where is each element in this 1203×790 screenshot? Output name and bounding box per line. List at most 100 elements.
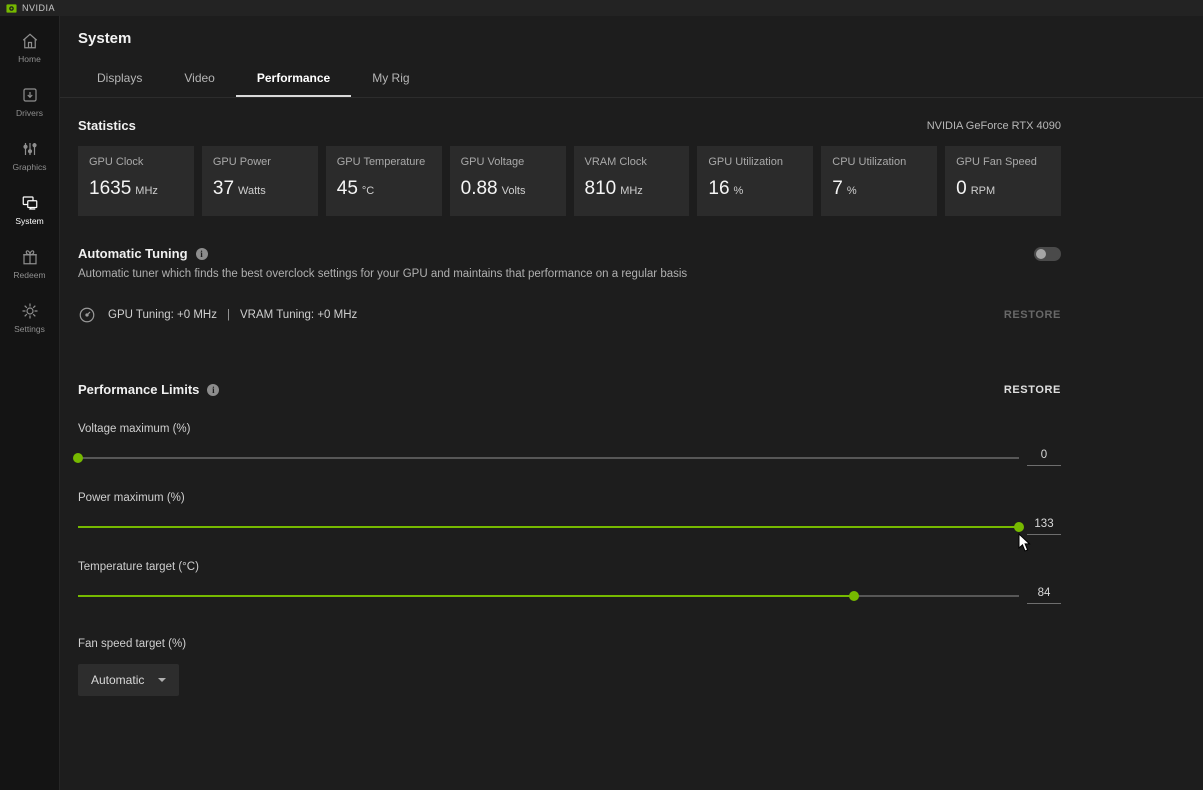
tab-displays[interactable]: Displays — [76, 63, 163, 97]
voltage-maximum-group: Voltage maximum (%) 0 — [78, 423, 1061, 466]
graphics-icon — [21, 140, 39, 158]
sidebar-item-drivers[interactable]: Drivers — [0, 82, 59, 122]
tab-bar: Displays Video Performance My Rig — [60, 63, 1203, 98]
info-icon[interactable]: i — [196, 248, 208, 260]
gauge-icon — [78, 306, 96, 324]
slider-track — [78, 457, 1019, 459]
toggle-knob — [1036, 249, 1046, 259]
tab-performance[interactable]: Performance — [236, 63, 351, 97]
stat-value: 0 — [956, 178, 967, 200]
system-icon — [21, 194, 39, 212]
stat-value: 7 — [832, 178, 843, 200]
stat-value: 16 — [708, 178, 729, 200]
sidebar-item-label: Settings — [14, 324, 45, 334]
sidebar: Home Drivers Graphics System Redeem Sett… — [0, 16, 60, 790]
tab-my-rig[interactable]: My Rig — [351, 63, 430, 97]
slider-label: Temperature target (°C) — [78, 561, 1061, 573]
stat-unit: °C — [362, 185, 374, 197]
window-titlebar: NVIDIA — [0, 0, 1203, 16]
sidebar-item-settings[interactable]: Settings — [0, 298, 59, 338]
temperature-target-slider[interactable] — [78, 590, 1019, 602]
stat-unit: RPM — [971, 185, 995, 197]
tuning-restore-button[interactable]: RESTORE — [1004, 309, 1061, 321]
temperature-target-group: Temperature target (°C) 84 — [78, 561, 1061, 604]
stat-unit: % — [847, 185, 857, 197]
stat-card-gpu-utilization: GPU Utilization 16% — [697, 146, 813, 216]
stat-label: GPU Voltage — [461, 156, 555, 168]
stat-value: 0.88 — [461, 178, 498, 200]
stat-value: 45 — [337, 178, 358, 200]
stat-value: 37 — [213, 178, 234, 200]
power-maximum-slider[interactable] — [78, 521, 1019, 533]
sidebar-item-redeem[interactable]: Redeem — [0, 244, 59, 284]
voltage-maximum-value[interactable]: 0 — [1027, 449, 1061, 466]
statistics-header: Statistics NVIDIA GeForce RTX 4090 — [78, 118, 1061, 133]
power-maximum-value[interactable]: 133 — [1027, 518, 1061, 535]
slider-thumb[interactable] — [849, 591, 859, 601]
sidebar-item-system[interactable]: System — [0, 190, 59, 230]
automatic-tuning-description: Automatic tuner which finds the best ove… — [78, 268, 1061, 280]
slider-label: Power maximum (%) — [78, 492, 1061, 504]
stat-card-gpu-fan-speed: GPU Fan Speed 0 RPM — [945, 146, 1061, 216]
stat-unit: % — [734, 185, 744, 197]
stat-card-gpu-power: GPU Power 37 Watts — [202, 146, 318, 216]
main-panel: System Displays Video Performance My Rig… — [60, 16, 1203, 790]
fan-speed-label: Fan speed target (%) — [78, 638, 1061, 650]
slider-fill — [78, 595, 854, 597]
stat-card-gpu-temperature: GPU Temperature 45 °C — [326, 146, 442, 216]
sidebar-item-home[interactable]: Home — [0, 28, 59, 68]
stat-card-gpu-voltage: GPU Voltage 0.88 Volts — [450, 146, 566, 216]
stat-label: GPU Fan Speed — [956, 156, 1050, 168]
vram-tuning-status: VRAM Tuning: +0 MHz — [240, 309, 357, 321]
info-icon[interactable]: i — [207, 384, 219, 396]
status-separator: | — [227, 309, 230, 321]
stat-card-vram-clock: VRAM Clock 810MHz — [574, 146, 690, 216]
automatic-tuning-section: Automatic Tuning i Automatic tuner which… — [78, 246, 1061, 324]
home-icon — [21, 32, 39, 50]
page-title: System — [60, 30, 1203, 47]
sidebar-item-label: Home — [18, 54, 41, 64]
fan-speed-selected-value: Automatic — [91, 673, 144, 687]
fan-speed-dropdown[interactable]: Automatic — [78, 664, 179, 696]
stat-label: VRAM Clock — [585, 156, 679, 168]
stat-label: GPU Power — [213, 156, 307, 168]
slider-fill — [78, 526, 1019, 528]
stat-value: 810 — [585, 178, 617, 200]
slider-thumb[interactable] — [73, 453, 83, 463]
tab-video[interactable]: Video — [163, 63, 235, 97]
statistics-title: Statistics — [78, 118, 136, 133]
stat-label: GPU Utilization — [708, 156, 802, 168]
automatic-tuning-toggle[interactable] — [1034, 247, 1061, 261]
tuning-status-row: GPU Tuning: +0 MHz | VRAM Tuning: +0 MHz… — [78, 306, 1061, 324]
limits-restore-button[interactable]: RESTORE — [1004, 384, 1061, 396]
chevron-down-icon — [158, 678, 166, 682]
sidebar-item-label: System — [15, 216, 43, 226]
stat-unit: Volts — [502, 185, 526, 197]
stat-label: GPU Temperature — [337, 156, 431, 168]
sidebar-item-label: Redeem — [13, 270, 45, 280]
fan-speed-group: Fan speed target (%) Automatic — [78, 638, 1061, 696]
gear-icon — [21, 302, 39, 320]
slider-thumb[interactable] — [1014, 522, 1024, 532]
stat-label: GPU Clock — [89, 156, 183, 168]
automatic-tuning-title: Automatic Tuning — [78, 246, 188, 261]
stat-value: 1635 — [89, 178, 131, 200]
stat-cards: GPU Clock 1635 MHz GPU Power 37 Watts GPU … — [78, 146, 1061, 216]
performance-limits-title: Performance Limits — [78, 382, 199, 397]
gpu-tuning-status: GPU Tuning: +0 MHz — [108, 309, 217, 321]
stat-unit: Watts — [238, 185, 266, 197]
drivers-icon — [21, 86, 39, 104]
sidebar-item-graphics[interactable]: Graphics — [0, 136, 59, 176]
temperature-target-value[interactable]: 84 — [1027, 587, 1061, 604]
slider-label: Voltage maximum (%) — [78, 423, 1061, 435]
stat-card-gpu-clock: GPU Clock 1635 MHz — [78, 146, 194, 216]
power-maximum-group: Power maximum (%) 133 — [78, 492, 1061, 535]
gift-icon — [21, 248, 39, 266]
gpu-name: NVIDIA GeForce RTX 4090 — [927, 120, 1061, 132]
performance-limits-section: Performance Limits i RESTORE Voltage max… — [78, 382, 1061, 696]
stat-unit: MHz — [620, 185, 643, 197]
performance-content: Statistics NVIDIA GeForce RTX 4090 GPU C… — [60, 118, 1203, 696]
app-title: NVIDIA — [22, 3, 55, 13]
voltage-maximum-slider[interactable] — [78, 452, 1019, 464]
stat-unit: MHz — [135, 185, 158, 197]
